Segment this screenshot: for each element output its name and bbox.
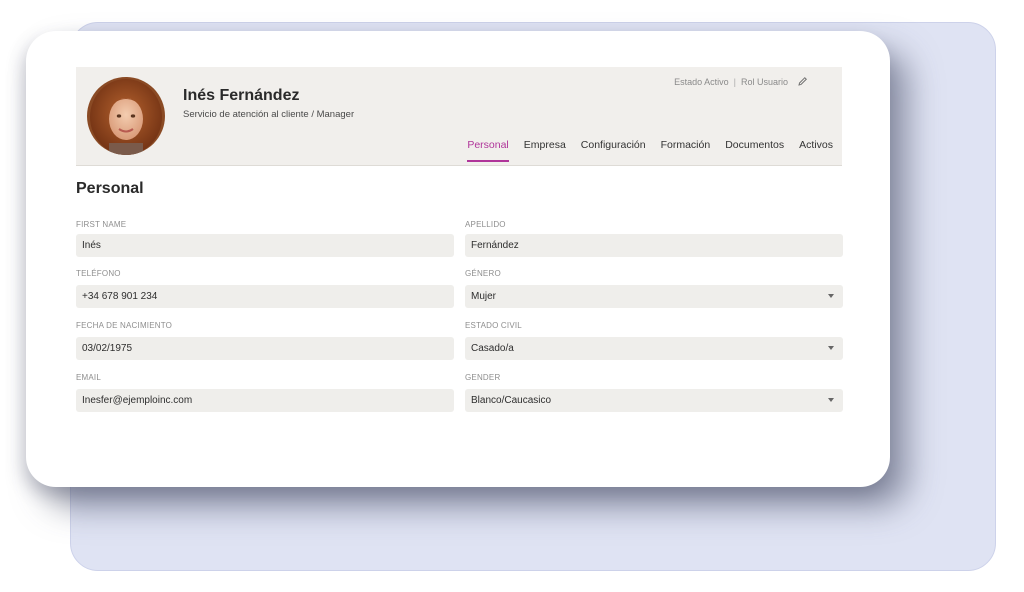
genero-select[interactable]: Mujer bbox=[465, 285, 843, 308]
status-line: Estado Activo | Rol Usuario bbox=[674, 76, 808, 87]
status-text: Estado Activo bbox=[674, 76, 729, 87]
genero-label: GÉNERO bbox=[465, 269, 501, 278]
chevron-down-icon bbox=[828, 294, 834, 298]
first-name-field[interactable]: Inés bbox=[76, 234, 454, 257]
tab-configuracion[interactable]: Configuración bbox=[581, 139, 646, 159]
user-name: Inés Fernández bbox=[183, 87, 300, 104]
user-role: Servicio de atención al cliente / Manage… bbox=[183, 109, 354, 120]
telefono-label: TELÉFONO bbox=[76, 269, 121, 278]
estado-civil-label: ESTADO CIVIL bbox=[465, 321, 522, 330]
tab-empresa[interactable]: Empresa bbox=[524, 139, 566, 159]
gender-value: Blanco/Caucasico bbox=[471, 395, 552, 406]
gender-select[interactable]: Blanco/Caucasico bbox=[465, 389, 843, 412]
role-text: Rol Usuario bbox=[740, 76, 788, 87]
status-separator: | bbox=[733, 76, 736, 87]
user-department: Servicio de atención al cliente / bbox=[183, 109, 314, 120]
tab-bar: Personal Empresa Configuración Formación… bbox=[467, 139, 833, 162]
genero-value: Mujer bbox=[471, 291, 497, 302]
email-field[interactable]: Inesfer@ejemploinc.com bbox=[76, 389, 454, 412]
tab-activos[interactable]: Activos bbox=[799, 139, 833, 159]
apellido-label: APELLIDO bbox=[465, 220, 506, 229]
estado-civil-select[interactable]: Casado/a bbox=[465, 337, 843, 360]
gender-label: GENDER bbox=[465, 373, 501, 382]
section-title: Personal bbox=[76, 180, 144, 197]
chevron-down-icon bbox=[828, 346, 834, 350]
email-label: EMAIL bbox=[76, 373, 102, 382]
tab-documentos[interactable]: Documentos bbox=[725, 139, 784, 159]
profile-card: Inés Fernández Servicio de atención al c… bbox=[26, 31, 890, 487]
apellido-field[interactable]: Fernández bbox=[465, 234, 843, 257]
estado-civil-value: Casado/a bbox=[471, 343, 514, 354]
pencil-icon[interactable] bbox=[797, 76, 808, 87]
first-name-label: FIRST NAME bbox=[76, 220, 127, 229]
tab-formacion[interactable]: Formación bbox=[661, 139, 711, 159]
telefono-field[interactable]: +34 678 901 234 bbox=[76, 285, 454, 308]
fecha-label: FECHA DE NACIMIENTO bbox=[76, 321, 173, 330]
tab-personal[interactable]: Personal bbox=[467, 139, 510, 162]
avatar bbox=[87, 77, 165, 155]
chevron-down-icon bbox=[828, 398, 834, 402]
fecha-field[interactable]: 03/02/1975 bbox=[76, 337, 454, 360]
user-title: Manager bbox=[316, 109, 355, 120]
